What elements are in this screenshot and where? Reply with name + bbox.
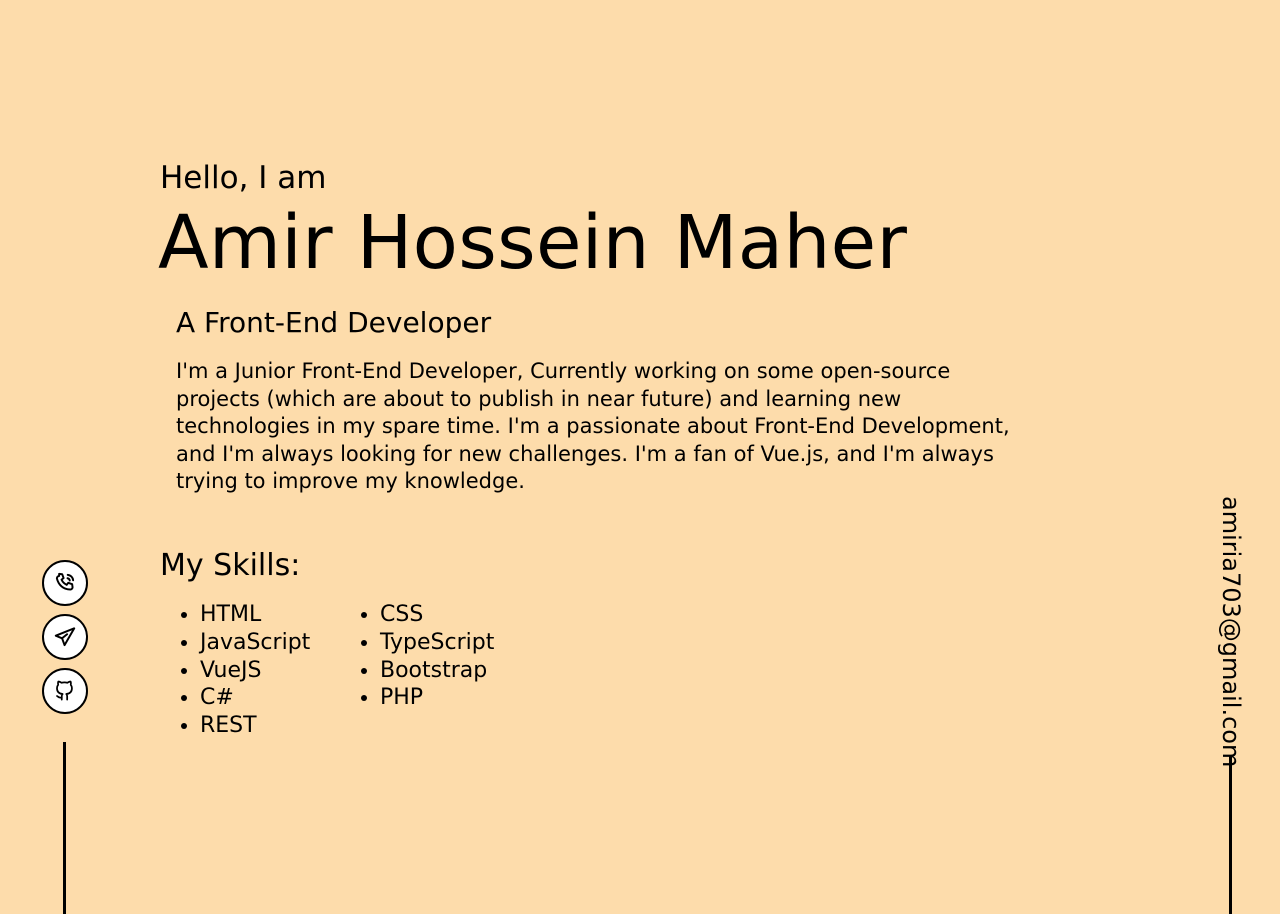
skill-item: VueJS (200, 657, 340, 685)
github-link[interactable] (42, 668, 88, 714)
social-links (40, 560, 90, 714)
email-link[interactable]: amiria703@gmail.com (1216, 496, 1246, 767)
skill-item: JavaScript (200, 629, 340, 657)
skill-item: PHP (380, 684, 520, 712)
left-decorative-line (63, 742, 66, 914)
telegram-icon (54, 627, 76, 647)
github-icon (56, 680, 73, 701)
skill-item: C# (200, 684, 340, 712)
skill-item: CSS (380, 601, 520, 629)
telegram-link[interactable] (42, 614, 88, 660)
skill-item: Bootstrap (380, 657, 520, 685)
skill-item: REST (200, 712, 340, 740)
job-title: A Front-End Developer (176, 306, 492, 339)
skill-item: HTML (200, 601, 340, 629)
skill-item: TypeScript (380, 629, 520, 657)
phone-link[interactable] (42, 560, 88, 606)
greeting-text: Hello, I am (160, 160, 327, 196)
skills-list: HTML JavaScript VueJS C# REST CSS TypeSc… (200, 601, 520, 740)
skills-heading: My Skills: (160, 548, 301, 583)
bio-paragraph: I'm a Junior Front-End Developer, Curren… (176, 359, 1010, 493)
page-title: Amir Hossein Maher (158, 200, 908, 286)
right-decorative-line (1229, 756, 1232, 914)
phone-icon (55, 572, 75, 591)
